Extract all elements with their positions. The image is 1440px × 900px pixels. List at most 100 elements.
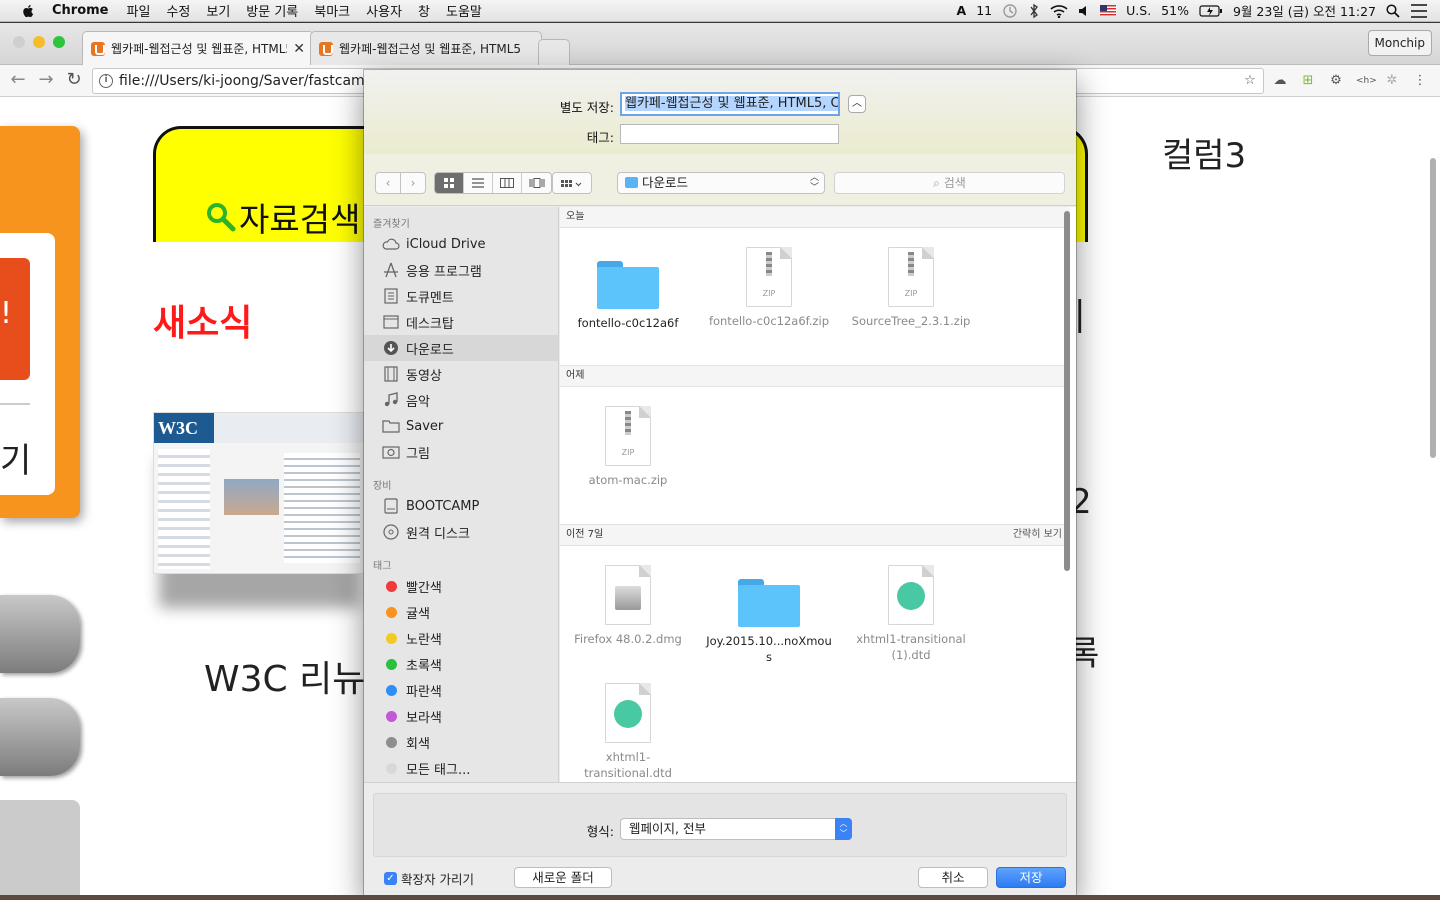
sidebar-tag-all[interactable]: 모든 태그... bbox=[364, 755, 558, 781]
adobe-count[interactable]: 11 bbox=[976, 3, 992, 18]
volume-icon[interactable] bbox=[1078, 4, 1090, 18]
list-view-icon[interactable] bbox=[464, 173, 493, 193]
file-browser-scrollbar[interactable] bbox=[1064, 211, 1070, 571]
menu-file[interactable]: 파일 bbox=[127, 1, 151, 20]
wifi-icon[interactable] bbox=[1050, 4, 1068, 18]
arrange-button[interactable] bbox=[552, 172, 592, 194]
back-arrow-icon[interactable]: ← bbox=[8, 71, 28, 91]
ladder-extension-icon[interactable]: ⊞ bbox=[1300, 73, 1316, 89]
expand-dialog-button[interactable]: ︿ bbox=[848, 95, 866, 113]
sidebar-tag-yellow[interactable]: 노란색 bbox=[364, 625, 558, 651]
left-fragment: ! bbox=[0, 296, 13, 331]
format-popup[interactable]: 웹페이지, 전부 ︿ ﹀ bbox=[620, 818, 852, 840]
zoom-window-button[interactable] bbox=[53, 36, 65, 48]
apple-icon[interactable] bbox=[20, 3, 36, 19]
music-icon bbox=[382, 391, 400, 409]
show-less-link[interactable]: 간략히 보기 bbox=[1013, 525, 1062, 545]
icon-view-icon[interactable] bbox=[435, 173, 464, 193]
back-button[interactable]: ‹ bbox=[375, 172, 401, 194]
tags-field[interactable] bbox=[620, 124, 839, 144]
location-popup[interactable]: 다운로드 ︿ ﹀ bbox=[617, 172, 825, 194]
minimize-window-button[interactable] bbox=[33, 36, 45, 48]
close-window-button[interactable] bbox=[13, 36, 25, 48]
menu-people[interactable]: 사용자 bbox=[366, 1, 402, 20]
battery-icon[interactable] bbox=[1199, 4, 1223, 17]
sidebar-item-applications[interactable]: 응용 프로그램 bbox=[364, 257, 558, 283]
page-scrollbar[interactable] bbox=[1430, 158, 1436, 458]
cancel-button[interactable]: 취소 bbox=[918, 867, 988, 888]
save-as-field[interactable]: 웹카페-웹접근성 및 웹표준, HTML5, CS bbox=[620, 92, 840, 116]
reload-icon[interactable]: ↻ bbox=[64, 71, 84, 91]
file-item[interactable]: xhtml1-transitional.dtd bbox=[563, 683, 693, 781]
file-item[interactable]: Joy.2015.10...noXmous bbox=[704, 579, 834, 665]
menu-bookmarks[interactable]: 북마크 bbox=[314, 1, 350, 20]
profile-button[interactable]: Monchip bbox=[1367, 30, 1432, 56]
forward-arrow-icon[interactable]: → bbox=[36, 71, 56, 91]
sidebar-item-remote-disc[interactable]: 원격 디스크 bbox=[364, 519, 558, 545]
sidebar-tag-blue[interactable]: 파란색 bbox=[364, 677, 558, 703]
file-item[interactable]: xhtml1-transitional (1).dtd bbox=[846, 565, 976, 663]
gray-button[interactable] bbox=[0, 595, 80, 673]
notification-center-icon[interactable] bbox=[1410, 3, 1428, 18]
sidebar-tag-gray[interactable]: 회색 bbox=[364, 729, 558, 755]
w3c-thumbnail[interactable]: W3C bbox=[153, 412, 365, 574]
column-view-icon[interactable] bbox=[493, 173, 522, 193]
format-value: 웹페이지, 전부 bbox=[629, 821, 706, 836]
adobe-icon[interactable]: A bbox=[957, 3, 967, 18]
save-button[interactable]: 저장 bbox=[996, 867, 1066, 888]
file-item[interactable]: ZIP SourceTree_2.3.1.zip bbox=[846, 247, 976, 329]
gear-extension-icon[interactable]: ⚙ bbox=[1328, 73, 1344, 89]
menu-app-name[interactable]: Chrome bbox=[52, 3, 109, 18]
sidebar-tag-purple[interactable]: 보라색 bbox=[364, 703, 558, 729]
sidebar-item-bootcamp[interactable]: BOOTCAMP bbox=[364, 493, 558, 519]
w3c-nav-strip bbox=[214, 413, 364, 443]
sidebar-item-pictures[interactable]: 그림 bbox=[364, 439, 558, 465]
file-item[interactable]: fontello-c0c12a6f bbox=[563, 261, 693, 331]
sidebar-item-label: 응용 프로그램 bbox=[406, 264, 482, 280]
menu-edit[interactable]: 수정 bbox=[166, 1, 190, 20]
forward-button[interactable]: › bbox=[400, 172, 426, 194]
file-item[interactable]: ZIP atom-mac.zip bbox=[563, 406, 693, 488]
sidebar-tag-red[interactable]: 빨간색 bbox=[364, 573, 558, 599]
sidebar-item-saver[interactable]: Saver bbox=[364, 413, 558, 439]
new-tab-button[interactable] bbox=[538, 39, 570, 65]
bookmark-star-icon[interactable]: ☆ bbox=[1242, 73, 1258, 89]
sidebar-item-desktop[interactable]: 데스크탑 bbox=[364, 309, 558, 335]
us-flag-icon[interactable] bbox=[1100, 5, 1117, 16]
file-name: fontello-c0c12a6f.zip bbox=[708, 314, 830, 328]
sidebar-item-icloud[interactable]: iCloud Drive bbox=[364, 231, 558, 257]
file-item[interactable]: Firefox 48.0.2.dmg bbox=[563, 565, 693, 647]
menu-view[interactable]: 보기 bbox=[206, 1, 230, 20]
puzzle-extension-icon[interactable]: ✲ bbox=[1384, 73, 1400, 89]
new-folder-button[interactable]: 새로운 폴더 bbox=[514, 867, 612, 888]
sidebar-tag-orange[interactable]: 귤색 bbox=[364, 599, 558, 625]
menu-history[interactable]: 방문 기록 bbox=[246, 1, 298, 20]
sidebar-item-music[interactable]: 음악 bbox=[364, 387, 558, 413]
battery-percent[interactable]: 51% bbox=[1161, 3, 1189, 18]
menu-window[interactable]: 창 bbox=[418, 1, 430, 20]
time-machine-icon[interactable] bbox=[1002, 3, 1018, 19]
cloud-extension-icon[interactable]: ☁ bbox=[1272, 73, 1288, 89]
gray-button[interactable] bbox=[0, 698, 80, 776]
coverflow-view-icon[interactable] bbox=[522, 173, 551, 193]
menu-help[interactable]: 도움말 bbox=[446, 1, 482, 20]
sidebar-item-movies[interactable]: 동영상 bbox=[364, 361, 558, 387]
view-mode-segment[interactable] bbox=[434, 172, 552, 194]
bluetooth-icon[interactable] bbox=[1028, 3, 1040, 19]
spotlight-icon[interactable] bbox=[1386, 3, 1400, 18]
hide-extension-checkbox[interactable]: ✓ 확장자 가리기 bbox=[384, 869, 474, 888]
tab-1[interactable]: 웹카페-웹접근성 및 웹표준, HTML5 ✕ bbox=[82, 31, 314, 65]
tab-2[interactable]: 웹카페-웹접근성 및 웹표준, HTML5 bbox=[310, 31, 542, 65]
arrange-icon bbox=[561, 179, 582, 187]
search-input[interactable]: ⌕ 검색 bbox=[834, 172, 1065, 194]
sidebar-item-downloads[interactable]: 다운로드 bbox=[364, 335, 558, 361]
close-tab-icon[interactable]: ✕ bbox=[293, 41, 305, 57]
sidebar-item-documents[interactable]: 도큐멘트 bbox=[364, 283, 558, 309]
input-source[interactable]: U.S. bbox=[1126, 3, 1151, 18]
clock[interactable]: 9월 23일 (금) 오전 11:27 bbox=[1233, 1, 1376, 20]
sidebar-tag-green[interactable]: 초록색 bbox=[364, 651, 558, 677]
menu-dots-icon[interactable]: ⋮ bbox=[1412, 73, 1428, 89]
file-item[interactable]: ZIP fontello-c0c12a6f.zip bbox=[704, 247, 834, 329]
html-extension-icon[interactable]: <h> bbox=[1356, 73, 1377, 89]
info-icon[interactable]: i bbox=[99, 74, 113, 88]
